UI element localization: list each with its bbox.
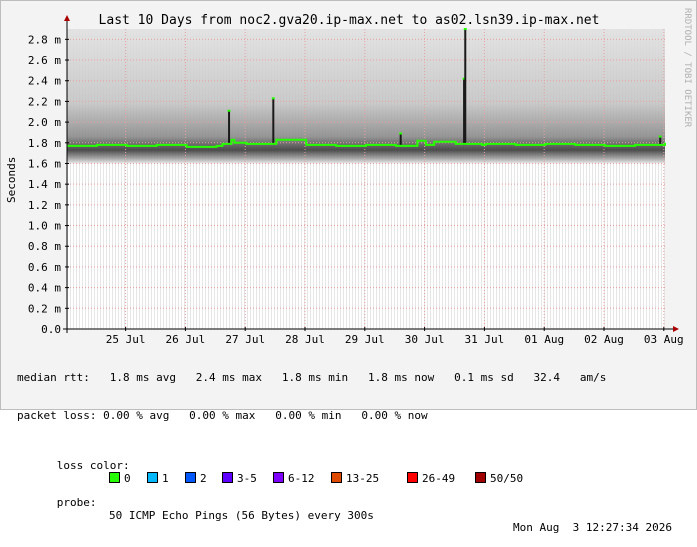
y-tick-label: 0.6 m: [28, 261, 61, 274]
loss-color-label-text: 0: [124, 472, 131, 485]
y-tick-label: 2.0 m: [28, 116, 61, 129]
loss-color-label-text: 6-12: [288, 472, 315, 485]
loss-color-item: 26-49: [407, 472, 455, 486]
spike-marker: [658, 135, 662, 138]
x-tick-label: 29 Jul: [345, 333, 385, 346]
median-rtt-row: median rtt: 1.8 ms avg 2.4 ms max 1.8 ms…: [17, 371, 607, 384]
x-tick-label: 30 Jul: [405, 333, 445, 346]
packet-loss-row: packet loss: 0.00 % avg 0.00 % max 0.00 …: [17, 408, 428, 422]
loss-color-item: 13-25: [331, 472, 379, 486]
loss-color-swatch: [147, 472, 158, 483]
spike-marker: [271, 97, 275, 100]
y-tick-label: 1.0 m: [28, 220, 61, 233]
loss-color-swatch: [475, 472, 486, 483]
x-tick-label: 01 Aug: [524, 333, 564, 346]
y-tick-label: 2.6 m: [28, 54, 61, 67]
y-tick-label: 1.8 m: [28, 137, 61, 150]
loss-color-swatch: [273, 472, 284, 483]
loss-color-swatch: [185, 472, 196, 483]
y-tick-label: 2.4 m: [28, 75, 61, 88]
rrdtool-credit: RRDTOOL / TOBI OETIKER: [682, 8, 692, 128]
y-tick-labels: 0.0 0.2 m 0.4 m 0.6 m 0.8 m 1.0 m 1.2 m 1.4 m 1.…: [28, 33, 69, 336]
y-tick-label: 0.8 m: [28, 240, 61, 253]
x-tick-label: 02 Aug: [584, 333, 624, 346]
loss-color-item: 1: [147, 472, 169, 486]
y-tick-label: 1.4 m: [28, 178, 61, 191]
x-tick-label: 25 Jul: [106, 333, 146, 346]
x-axis-arrow: [673, 326, 679, 332]
loss-color-swatch: [407, 472, 418, 483]
graph-timestamp: Mon Aug 3 12:27:34 2026: [513, 521, 672, 534]
loss-color-label-text: 50/50: [490, 472, 524, 485]
loss-color-label-text: 1: [162, 472, 169, 485]
statistics-legend: median rtt: 1.8 ms avg 2.4 ms max 1.8 ms…: [17, 347, 672, 533]
y-tick-label: 2.2 m: [28, 95, 61, 108]
y-tick-label: 0.0: [41, 323, 61, 336]
y-tick-label: 0.2 m: [28, 302, 61, 315]
loss-color-item: 0: [109, 472, 131, 486]
chart-title: Last 10 Days from noc2.gva20.ip-max.net …: [99, 13, 600, 28]
loss-color-swatch: [331, 472, 342, 483]
loss-color-swatch: [109, 472, 120, 483]
x-tick-labels: 25 Jul 26 Jul 27 Jul 28 Jul 29 Jul 30 Jul 31 J…: [106, 327, 684, 346]
y-axis-label: Seconds: [5, 157, 18, 203]
x-tick-label: 28 Jul: [285, 333, 325, 346]
loss-color-label-text: 2: [200, 472, 207, 485]
x-tick-label: 31 Jul: [465, 333, 505, 346]
latency-chart: Last 10 Days from noc2.gva20.ip-max.net …: [5, 8, 692, 346]
spike-marker: [227, 109, 231, 112]
x-tick-label: 26 Jul: [166, 333, 206, 346]
probe-row: probe: 50 ICMP Echo Pings (56 Bytes) eve…: [17, 485, 672, 533]
y-tick-label: 2.8 m: [28, 33, 61, 46]
y-axis-arrow: [64, 15, 70, 21]
probe-label: probe:: [56, 496, 97, 509]
y-tick-label: 1.6 m: [28, 157, 61, 170]
loss-color-row: loss color: 0 1 2 3-5 6-12 13-25 26-49 50/50: [17, 447, 606, 485]
loss-color-label-text: 3-5: [237, 472, 257, 485]
x-tick-label: 03 Aug: [644, 333, 684, 346]
y-tick-label: 0.4 m: [28, 282, 61, 295]
y-tick-label: 1.2 m: [28, 199, 61, 212]
loss-color-swatch: [222, 472, 233, 483]
x-tick-label: 27 Jul: [225, 333, 265, 346]
loss-color-item: 6-12: [273, 472, 315, 486]
loss-color-item: 50/50: [475, 472, 523, 486]
spike-marker: [463, 28, 467, 30]
loss-color-label: loss color:: [56, 458, 130, 472]
probe-description: 50 ICMP Echo Pings (56 Bytes) every 300s: [109, 508, 374, 522]
loss-color-item: 2: [185, 472, 207, 486]
spike-marker: [399, 132, 403, 135]
loss-color-label-text: 13-25: [346, 472, 380, 485]
graph-frame: Last 10 Days from noc2.gva20.ip-max.net …: [0, 0, 697, 534]
loss-color-label-text: 26-49: [422, 472, 456, 485]
loss-color-item: 3-5: [222, 472, 257, 486]
